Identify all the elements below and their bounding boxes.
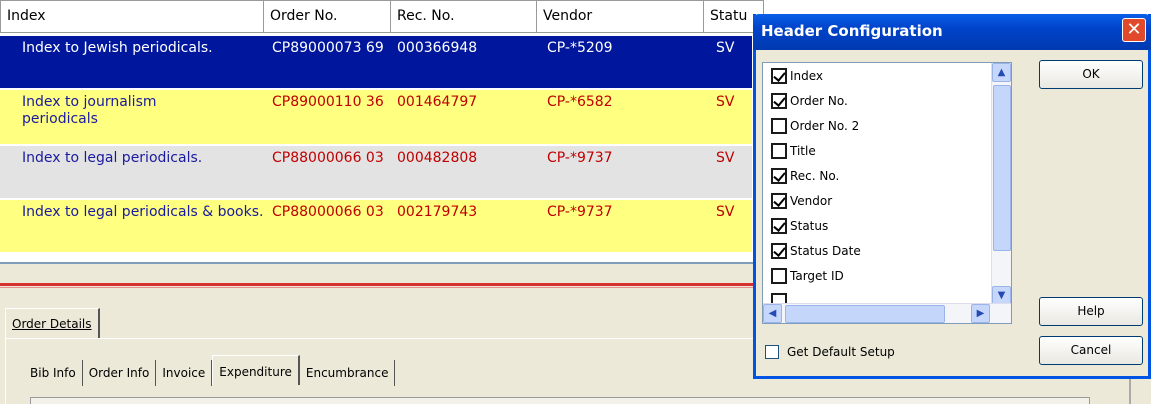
- cancel-button[interactable]: Cancel: [1039, 336, 1143, 365]
- checklist-item-label: Target ID: [790, 269, 844, 283]
- checklist-item-target-id[interactable]: Target ID: [771, 265, 844, 287]
- checklist-item-label: Status Date: [790, 244, 861, 258]
- close-icon[interactable]: ✕: [1122, 18, 1146, 42]
- column-checklist[interactable]: Index Order No. Order No. 2 Title Rec. N…: [762, 62, 1012, 324]
- get-default-setup-checkbox[interactable]: Get Default Setup: [765, 345, 895, 359]
- table-row[interactable]: Index to Jewish periodicals. CP89000073 …: [0, 36, 752, 88]
- checkbox-icon[interactable]: [771, 93, 787, 109]
- subtab-invoice[interactable]: Invoice: [156, 360, 213, 386]
- subtab-expenditure[interactable]: Expenditure: [212, 355, 300, 385]
- scroll-left-icon[interactable]: ◀: [763, 304, 782, 323]
- checklist-item-label: Vendor: [790, 194, 833, 208]
- checklist-item-status[interactable]: Status: [771, 215, 828, 237]
- cell-vendor: CP-*9737: [547, 150, 613, 166]
- cell-index: Index to journalism periodicals: [22, 94, 157, 127]
- checklist-item-label: Title: [790, 144, 816, 158]
- checklist-item-rec-no[interactable]: Rec. No.: [771, 165, 839, 187]
- subtab-order-info[interactable]: Order Info: [83, 360, 157, 386]
- checklist-item-index[interactable]: Index: [771, 65, 823, 87]
- header-configuration-dialog: Header Configuration ✕ Index Order No. O…: [753, 14, 1151, 379]
- cell-status: SV: [716, 40, 735, 56]
- ok-button[interactable]: OK: [1039, 60, 1143, 89]
- tab-order-details[interactable]: Order Details: [5, 308, 100, 339]
- subtab-content: [30, 397, 1090, 404]
- help-button[interactable]: Help: [1039, 297, 1143, 326]
- table-row[interactable]: Index to journalism periodicals CP890001…: [0, 90, 752, 144]
- checklist-item-label: Rec. No.: [790, 169, 840, 183]
- splitter-bar[interactable]: [0, 283, 758, 286]
- checklist-item-label: Order No.: [790, 94, 848, 108]
- checklist-item-order-no[interactable]: Order No.: [771, 90, 848, 112]
- cell-rec-no: 000366948: [397, 40, 478, 56]
- cell-index: Index to Jewish periodicals.: [22, 40, 213, 56]
- cell-rec-no: 001464797: [397, 94, 478, 110]
- cell-status: SV: [716, 204, 735, 220]
- column-header-rec-no[interactable]: Rec. No.: [391, 0, 537, 33]
- cell-index: Index to legal periodicals.: [22, 150, 203, 166]
- checkbox-icon[interactable]: [771, 193, 787, 209]
- scroll-right-icon[interactable]: ▶: [971, 304, 990, 323]
- cell-order-no: CP88000066 03: [272, 150, 384, 166]
- vertical-scroll-thumb[interactable]: [993, 85, 1011, 251]
- cell-vendor: CP-*9737: [547, 204, 613, 220]
- cell-rec-no: 002179743: [397, 204, 478, 220]
- cell-order-no: CP89000110 36: [272, 94, 384, 110]
- dialog-titlebar[interactable]: Header Configuration ✕: [753, 14, 1151, 50]
- column-header-order-no[interactable]: Order No.: [264, 0, 391, 33]
- checklist-item-label: Status: [790, 219, 829, 233]
- tab-order-details-label: Order Details: [12, 317, 92, 331]
- checkbox-icon[interactable]: [765, 345, 779, 359]
- scroll-up-icon[interactable]: ▲: [992, 63, 1011, 82]
- checklist-item-vendor[interactable]: Vendor: [771, 190, 832, 212]
- checkbox-icon[interactable]: [771, 118, 787, 134]
- cell-order-no: CP89000073 69: [272, 40, 384, 56]
- subtab-bib-info[interactable]: Bib Info: [24, 360, 83, 386]
- checklist-item-title[interactable]: Title: [771, 140, 816, 162]
- checklist-item-label: Order No. 2: [790, 119, 860, 133]
- checkbox-icon[interactable]: [771, 143, 787, 159]
- get-default-setup-label: Get Default Setup: [787, 345, 895, 359]
- dialog-title: Header Configuration: [761, 22, 943, 40]
- cell-rec-no: 000482808: [397, 150, 478, 166]
- cell-status: SV: [716, 150, 735, 166]
- checkbox-icon[interactable]: [771, 68, 787, 84]
- subtab-encumbrance[interactable]: Encumbrance: [300, 360, 396, 386]
- checkbox-icon[interactable]: [771, 268, 787, 284]
- horizontal-scroll-thumb[interactable]: [785, 305, 945, 323]
- checkbox-icon[interactable]: [771, 168, 787, 184]
- checklist-item-order-no-2[interactable]: Order No. 2: [771, 115, 859, 137]
- checkbox-icon[interactable]: [771, 218, 787, 234]
- splitter-line: [0, 287, 758, 288]
- vertical-scrollbar[interactable]: ▲ ▼: [991, 63, 1011, 305]
- checklist-item-label: Index: [790, 69, 824, 83]
- column-header-vendor[interactable]: Vendor: [537, 0, 704, 33]
- column-header-index[interactable]: Index: [0, 0, 264, 33]
- checkbox-icon[interactable]: [771, 243, 787, 259]
- horizontal-scrollbar[interactable]: ◀ ▶: [763, 303, 1011, 323]
- checklist-item-status-date[interactable]: Status Date: [771, 240, 861, 262]
- subtab-strip: Bib Info Order Info Invoice Expenditure …: [24, 355, 396, 386]
- table-row[interactable]: Index to legal periodicals. CP88000066 0…: [0, 146, 752, 198]
- cell-vendor: CP-*6582: [547, 94, 613, 110]
- cell-vendor: CP-*5209: [547, 40, 613, 56]
- cell-index: Index to legal periodicals & books.: [22, 204, 264, 220]
- table-row[interactable]: Index to legal periodicals & books. CP88…: [0, 200, 752, 252]
- cell-status: SV: [716, 94, 735, 110]
- cell-order-no: CP88000066 03: [272, 204, 384, 220]
